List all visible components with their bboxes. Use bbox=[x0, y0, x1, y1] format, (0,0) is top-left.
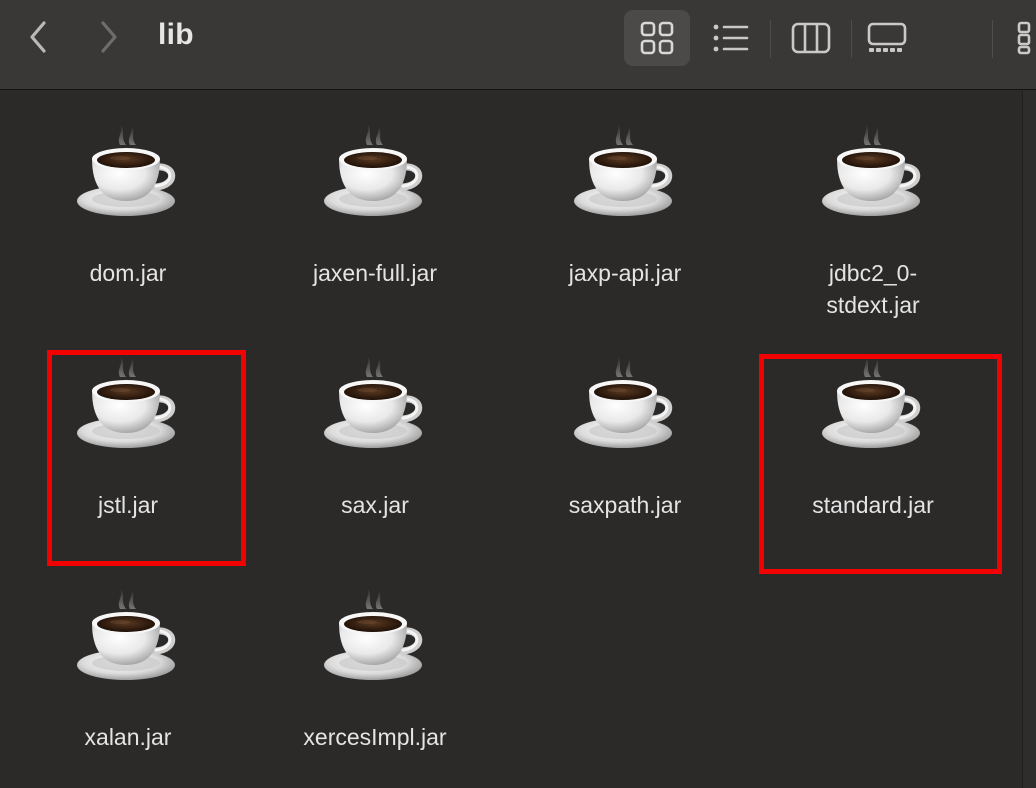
folder-title: lib bbox=[158, 18, 194, 51]
java-coffee-cup-icon bbox=[323, 353, 427, 453]
file-name: saxpath.jar bbox=[568, 492, 682, 518]
list-view-button[interactable] bbox=[700, 10, 762, 66]
group-button[interactable] bbox=[1004, 10, 1036, 66]
finder-window: lib dom.jar jaxen-full.jar jaxp-api.jar … bbox=[0, 0, 1036, 788]
java-coffee-cup-icon bbox=[323, 121, 427, 221]
file-item[interactable]: sax.jar bbox=[275, 323, 475, 533]
toolbar-separator bbox=[770, 20, 771, 58]
toolbar-separator bbox=[851, 20, 852, 58]
forward-button[interactable] bbox=[89, 17, 129, 57]
list-icon bbox=[713, 24, 749, 52]
java-coffee-cup-icon bbox=[821, 121, 925, 221]
file-item[interactable]: jaxp-api.jar bbox=[525, 91, 725, 301]
chevron-right-icon bbox=[101, 21, 117, 53]
column-view-button[interactable] bbox=[780, 10, 842, 66]
java-coffee-cup-icon bbox=[76, 121, 180, 221]
gallery-icon bbox=[867, 22, 907, 52]
file-item[interactable]: jaxen-full.jar bbox=[275, 91, 475, 301]
file-name: sax.jar bbox=[341, 492, 409, 518]
gallery-view-button[interactable] bbox=[856, 10, 918, 66]
file-name: xercesImpl.jar bbox=[303, 724, 447, 750]
java-coffee-cup-icon bbox=[323, 585, 427, 685]
scrollbar[interactable] bbox=[1022, 91, 1036, 788]
toolbar: lib bbox=[0, 0, 1036, 90]
file-item[interactable]: xercesImpl.jar bbox=[275, 555, 475, 765]
file-name: jaxp-api.jar bbox=[568, 260, 682, 286]
file-name: jaxen-full.jar bbox=[313, 260, 437, 286]
back-button[interactable] bbox=[18, 17, 58, 57]
chevron-left-icon bbox=[30, 21, 46, 53]
java-coffee-cup-icon bbox=[573, 353, 677, 453]
file-name: jdbc2_0- stdext.jar bbox=[826, 260, 920, 318]
highlight-box-standard bbox=[759, 354, 1002, 574]
file-grid: dom.jar jaxen-full.jar jaxp-api.jar jdbc… bbox=[0, 91, 1022, 788]
java-coffee-cup-icon bbox=[76, 585, 180, 685]
columns-icon bbox=[791, 22, 831, 54]
grid-icon bbox=[640, 21, 674, 55]
file-item[interactable]: jdbc2_0- stdext.jar bbox=[773, 91, 973, 318]
file-item[interactable]: dom.jar bbox=[28, 91, 228, 301]
file-item[interactable]: xalan.jar bbox=[28, 555, 228, 765]
icon-view-button[interactable] bbox=[624, 10, 690, 66]
highlight-box-jstl bbox=[47, 350, 246, 566]
file-item[interactable]: saxpath.jar bbox=[525, 323, 725, 533]
file-name: xalan.jar bbox=[84, 724, 172, 750]
java-coffee-cup-icon bbox=[573, 121, 677, 221]
file-name: dom.jar bbox=[89, 260, 167, 286]
group-grid-icon bbox=[1017, 21, 1031, 55]
toolbar-separator bbox=[992, 20, 993, 58]
